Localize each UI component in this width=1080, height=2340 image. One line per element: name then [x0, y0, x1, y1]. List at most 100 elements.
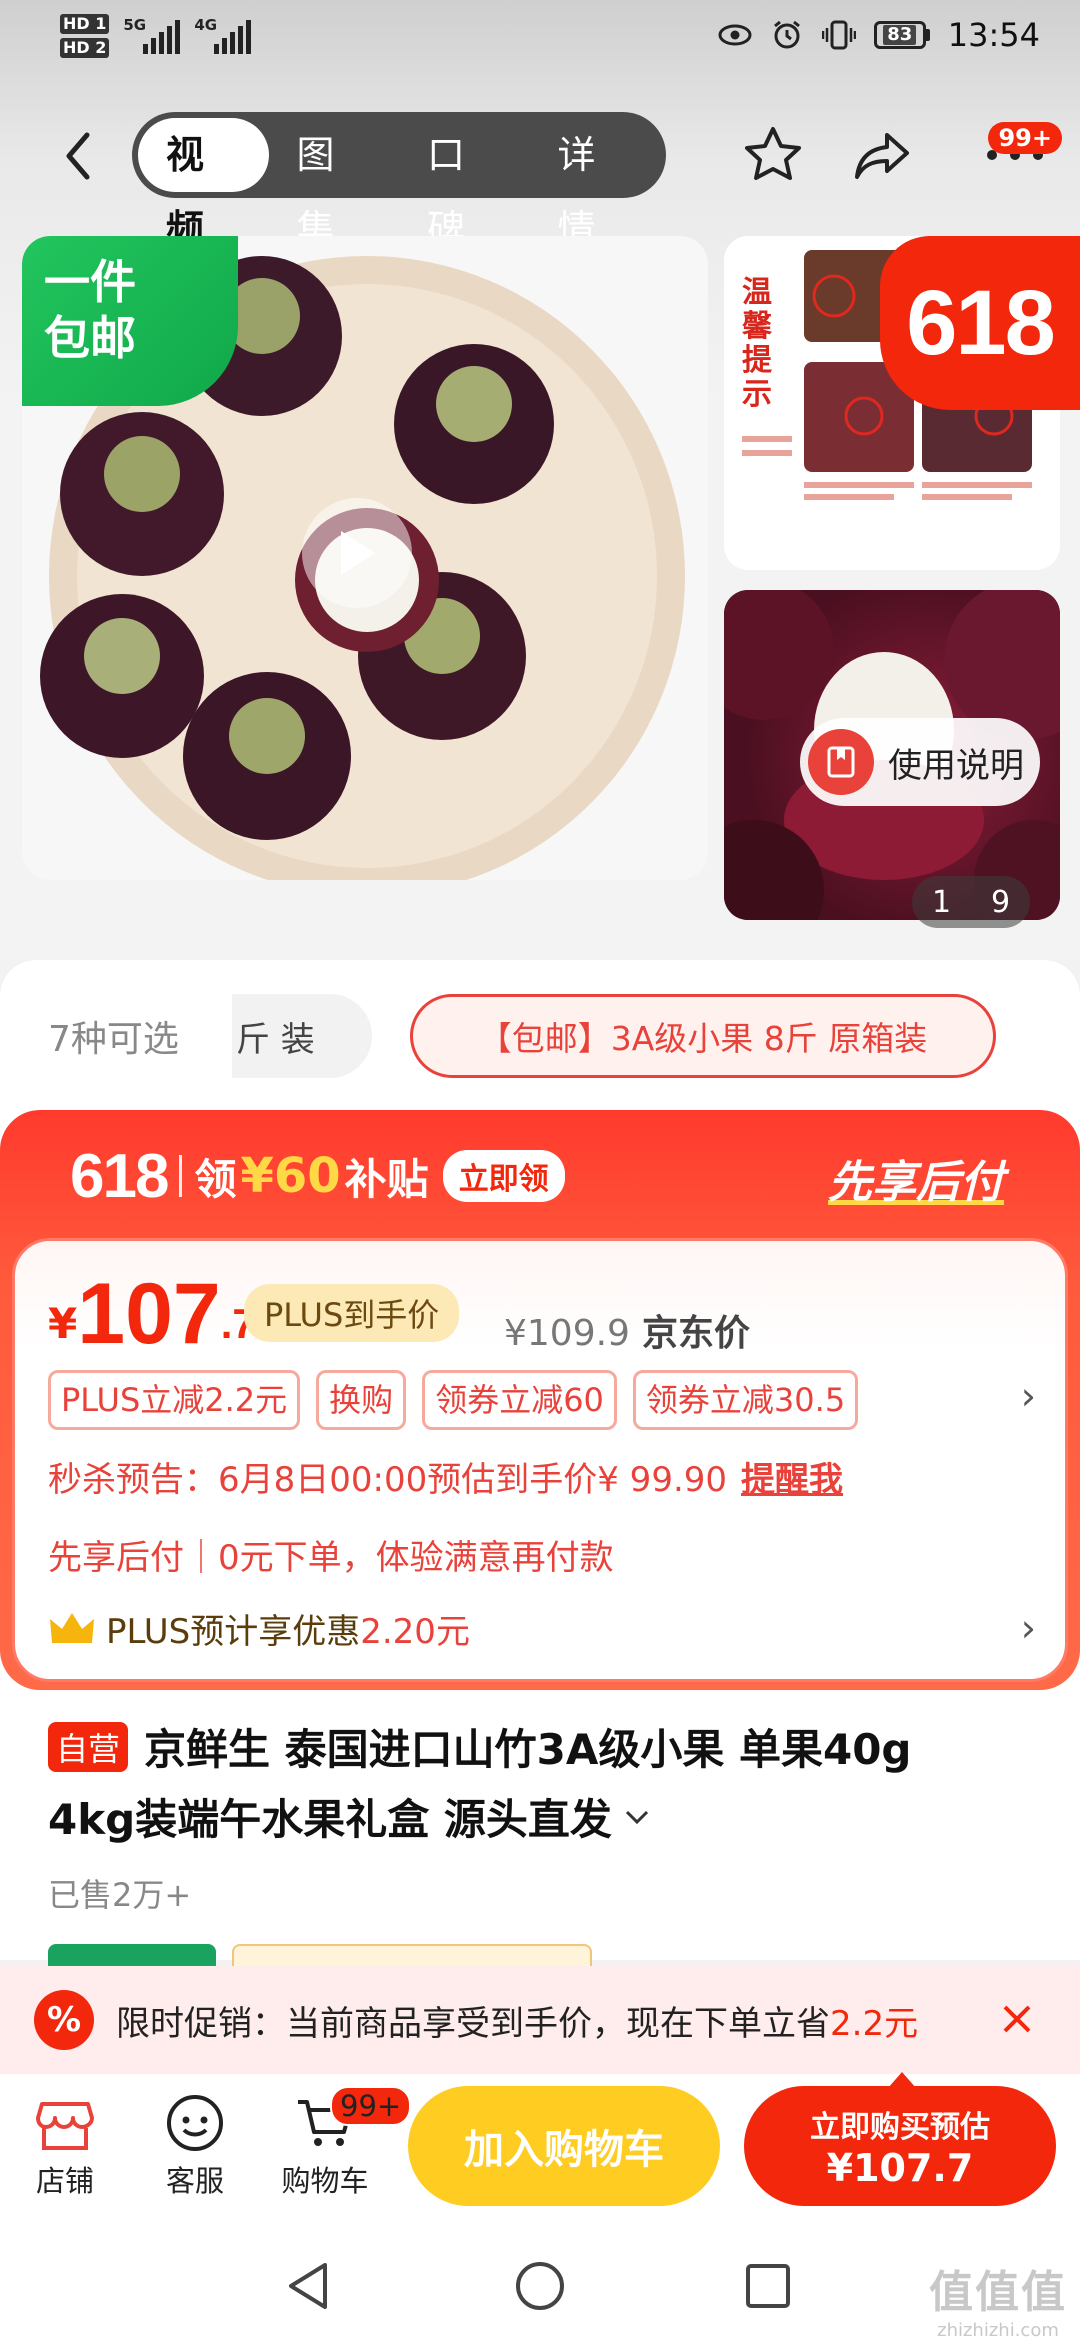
- main-product-video[interactable]: 一件 包邮: [22, 236, 708, 880]
- subsidy-row: 618 领 ¥60 补贴 立即领: [70, 1138, 565, 1214]
- gallery-pager: 1 9: [912, 876, 1030, 928]
- favorite-button[interactable]: [740, 122, 806, 188]
- add-to-cart-button[interactable]: 加入购物车: [408, 2086, 720, 2206]
- tab-reviews[interactable]: 口碑: [399, 118, 530, 251]
- buy-now-price: ¥107.7: [826, 2146, 974, 2190]
- spec-selector: 7种可选 斤 装 【包邮】3A级小果 8斤 原箱装: [0, 990, 1080, 1086]
- top-nav: 视频 图集 口碑 详情 99+: [0, 110, 1080, 251]
- close-promo-button[interactable]: [990, 1992, 1044, 2046]
- play-button[interactable]: [302, 498, 412, 608]
- self-operated-tag: 自营: [48, 1722, 129, 1772]
- shop-icon: [36, 2102, 94, 2150]
- pager-current: 1: [931, 884, 952, 920]
- badge-618: 618: [880, 236, 1080, 410]
- triangle-back-icon: [289, 2263, 327, 2309]
- usage-guide-button[interactable]: 使用说明: [800, 718, 1040, 806]
- status-right: 83 13:54: [718, 16, 1040, 54]
- coupon-30-5[interactable]: 领券立减30.5: [632, 1370, 859, 1430]
- status-bar: HD 1 HD 2 5G 4G 83 13:54: [0, 0, 1080, 80]
- promo-618-logo: 618: [70, 1141, 169, 1211]
- shop-button[interactable]: 店铺: [10, 2092, 120, 2200]
- more-button[interactable]: 99+: [960, 122, 1070, 188]
- battery-icon: 83: [873, 21, 930, 49]
- close-icon: [1003, 2005, 1031, 2033]
- star-icon: [745, 127, 801, 180]
- limited-promo-bar: % 限时促销：当前商品享受到手价，现在下单立省2.2元: [0, 1966, 1080, 2074]
- eye-icon: [718, 18, 752, 52]
- network-4g-label: 4G: [194, 16, 218, 34]
- customer-service-button[interactable]: 客服: [140, 2092, 250, 2200]
- spec-option-selected[interactable]: 【包邮】3A级小果 8斤 原箱装: [410, 994, 996, 1078]
- limited-promo-text: 限时促销：当前商品享受到手价，现在下单立省2.2元: [116, 2003, 919, 2044]
- system-recents-button[interactable]: [738, 2256, 798, 2316]
- price-integer: 107: [77, 1266, 221, 1362]
- pager-total: 9: [990, 884, 1011, 920]
- watermark-logo: 值值值: [929, 2267, 1067, 2318]
- promo-divider: [179, 1155, 183, 1197]
- flash-sale-text: 秒杀预告：6月8日00:00预估到手价¥ 99.90: [48, 1460, 728, 1500]
- chevron-right-icon[interactable]: ›: [1021, 1606, 1036, 1650]
- system-back-button[interactable]: [278, 2256, 338, 2316]
- hd-indicators: HD 1 HD 2: [60, 14, 110, 58]
- hd1-label: HD 1: [60, 14, 110, 34]
- sold-count: 已售2万+: [48, 1876, 192, 1914]
- free-shipping-badge: 一件 包邮: [22, 236, 238, 406]
- jd-price: ¥109.9 京东价: [504, 1304, 750, 1356]
- pay-later-line[interactable]: 先享后付｜0元下单，体验满意再付款: [48, 1530, 614, 1579]
- share-icon: [855, 133, 909, 179]
- spec-count[interactable]: 7种可选: [48, 1010, 179, 1062]
- plus-benefit-value: 2.20元: [360, 1612, 470, 1652]
- chevron-down-icon: [625, 1810, 648, 1824]
- price-display: ¥ 107 .7: [48, 1262, 256, 1362]
- circle-home-icon: [516, 2262, 564, 2310]
- signal-icon-5g: 5G: [123, 14, 181, 54]
- jd-price-label: 京东价: [641, 1313, 750, 1354]
- flash-sale-preview: 秒杀预告：6月8日00:00预估到手价¥ 99.90 提醒我: [48, 1452, 843, 1501]
- buy-now-button[interactable]: 立即购买预估 ¥107.7: [744, 2086, 1056, 2206]
- tab-gallery[interactable]: 图集: [269, 118, 400, 251]
- claim-now-button[interactable]: 立即领: [442, 1150, 565, 1202]
- plus-benefit-row[interactable]: PLUS预计享优惠2.20元: [48, 1604, 470, 1653]
- promo-amount: ¥60: [240, 1148, 341, 1204]
- free-shipping-l2: 包邮: [44, 311, 136, 365]
- watermark: 值值值 zhizhizhi.com: [928, 2256, 1068, 2340]
- share-button[interactable]: [850, 122, 916, 188]
- vibrate-icon: [821, 18, 856, 52]
- play-icon: [341, 531, 375, 575]
- shop-label: 店铺: [35, 2164, 94, 2198]
- product-title-line2[interactable]: 4kg装端午水果礼盒 源头直发: [48, 1786, 650, 1847]
- jd-price-value: ¥109.9: [504, 1313, 630, 1354]
- network-indicators: HD 1 HD 2 5G 4G: [60, 14, 252, 58]
- coupon-list[interactable]: PLUS立减2.2元 换购 领券立减60 领券立减30.5: [48, 1370, 859, 1430]
- tab-details[interactable]: 详情: [530, 118, 661, 251]
- remind-me-link[interactable]: 提醒我: [741, 1460, 843, 1500]
- system-home-button[interactable]: [510, 2256, 570, 2316]
- alarm-icon: [770, 18, 804, 52]
- promo-subsidy-text: 补贴: [344, 1154, 429, 1204]
- plus-benefit-text: PLUS预计享优惠2.20元: [106, 1612, 470, 1652]
- network-5g-label: 5G: [123, 16, 147, 34]
- more-badge: 99+: [988, 122, 1062, 154]
- plus-price-tag: PLUS到手价: [244, 1284, 460, 1342]
- cart-badge: 99+: [330, 2086, 412, 2126]
- free-shipping-l1: 一件: [44, 255, 136, 309]
- coupon-exchange[interactable]: 换购: [316, 1370, 407, 1430]
- coupon-60[interactable]: 领券立减60: [422, 1370, 617, 1430]
- cart-label: 购物车: [281, 2164, 369, 2198]
- spec-option-weight[interactable]: 斤 装: [232, 994, 372, 1078]
- back-button[interactable]: [48, 126, 108, 186]
- usage-guide-label: 使用说明: [888, 745, 1024, 786]
- tab-bar: 视频 图集 口碑 详情: [132, 112, 666, 251]
- watermark-url: zhizhizhi.com: [937, 2320, 1059, 2340]
- manual-icon: [808, 729, 874, 795]
- tab-video[interactable]: 视频: [138, 118, 269, 251]
- coupon-plus[interactable]: PLUS立减2.2元: [48, 1370, 301, 1430]
- cart-button[interactable]: 99+ 购物车: [270, 2086, 412, 2200]
- service-label: 客服: [165, 2164, 224, 2198]
- crown-icon: [50, 1612, 94, 1643]
- pay-later-banner[interactable]: 先享后付: [828, 1146, 1004, 1210]
- percent-icon: %: [34, 1990, 94, 2050]
- system-nav-bar: [0, 2234, 1080, 2340]
- chevron-right-icon[interactable]: ›: [1021, 1374, 1036, 1418]
- hd2-label: HD 2: [60, 38, 110, 58]
